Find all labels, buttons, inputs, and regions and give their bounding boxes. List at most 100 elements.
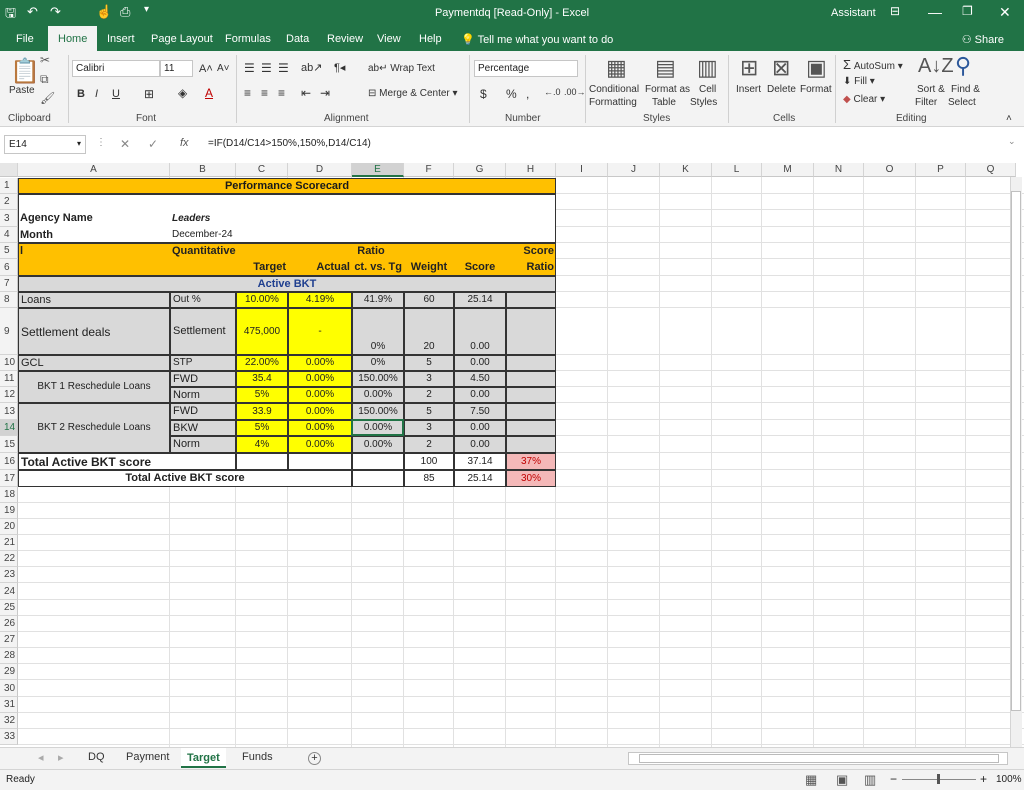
row-header[interactable]: 6 [0,259,18,276]
row-header[interactable]: 12 [0,387,18,403]
confirm-entry-icon[interactable]: ✓ [148,137,158,151]
orientation-icon[interactable]: ab↗ [301,61,322,74]
tab-review[interactable]: Review [327,33,363,45]
conditional-formatting-icon[interactable]: ▦ [606,55,627,81]
row-header[interactable]: 9 [0,308,18,355]
decrease-indent-icon[interactable]: ⇤ [301,86,311,100]
wrap-text-button[interactable]: ab↵ Wrap Text [368,63,435,74]
autosum-button[interactable]: Σ AutoSum ▾ [843,57,903,72]
tab-insert[interactable]: Insert [107,33,135,45]
sort-filter-label[interactable]: Sort & [917,84,945,95]
column-header-a[interactable]: A [18,163,170,177]
expand-formula-icon[interactable]: ⌄ [1008,136,1016,147]
row-header[interactable]: 25 [0,600,18,616]
vertical-scroll-thumb[interactable] [1011,191,1021,711]
middle-align-icon[interactable]: ☰ [261,61,272,75]
increase-decimal-icon[interactable]: ←.0 [544,87,561,97]
insert-cells-icon[interactable]: ⊞ [740,55,758,81]
bkt2-fwd-row-score[interactable]: 7.50 [454,403,506,420]
settlement-row-target[interactable]: 475,000 [236,308,288,355]
loans-row-actual[interactable]: 4.19% [288,292,352,308]
sort-filter-icon[interactable]: A↓Z [918,55,954,78]
name-box-dropdown-icon[interactable]: ▾ [77,139,81,148]
settlement-label[interactable]: Settlement [170,308,236,355]
row-header[interactable]: 32 [0,713,18,729]
align-right-icon[interactable]: ≡ [278,86,285,100]
column-header-d[interactable]: D [288,163,352,177]
assistant-label[interactable]: Assistant [831,7,876,19]
horizontal-scrollbar[interactable] [628,752,1008,765]
bkt2-fwd-row-target[interactable]: 33.9 [236,403,288,420]
paste-icon[interactable]: 📋 [10,57,40,86]
row-header[interactable]: 10 [0,355,18,371]
sheet-tab-payment[interactable]: Payment [126,751,169,763]
column-header-m[interactable]: M [762,163,814,177]
settlement-row-score[interactable]: 0.00 [454,308,506,355]
loans-row-ratio[interactable]: 41.9% [352,292,404,308]
bkt1-label[interactable]: BKT 1 Reschedule Loans [18,371,170,403]
row-header[interactable]: 15 [0,436,18,453]
report-title[interactable]: Performance Scorecard [18,178,556,194]
bkt1-norm-row-actual[interactable]: 0.00% [288,387,352,403]
target-header[interactable]: Target [236,259,288,276]
sheet-prev-icon[interactable]: ◂ [38,751,44,764]
stp-label[interactable]: STP [170,355,236,371]
row-header[interactable]: 2 [0,194,18,210]
normal-view-icon[interactable]: ▦ [805,772,817,788]
row-header[interactable]: 8 [0,292,18,308]
gcl-row-weight[interactable]: 5 [404,355,454,371]
total1-weight[interactable]: 100 [404,453,454,470]
paste-label[interactable]: Paste [9,85,35,96]
tab-formulas[interactable]: Formulas [225,33,271,45]
bkt2-label[interactable]: BKT 2 Reschedule Loans [18,403,170,453]
loans-row-score-ratio[interactable] [506,292,556,308]
font-color-icon[interactable]: A [205,86,213,100]
gcl-row-ratio[interactable]: 0% [352,355,404,371]
bkt1-norm-row-score-ratio[interactable] [506,387,556,403]
bkt1-fwd-label[interactable]: FWD [170,371,236,387]
row-header[interactable]: 31 [0,697,18,713]
tab-data[interactable]: Data [286,33,309,45]
row-header[interactable]: 28 [0,648,18,664]
format-cells-icon[interactable]: ▣ [806,55,827,81]
minimize-button[interactable]: — [928,4,942,20]
bkt1-fwd-row-actual[interactable]: 0.00% [288,371,352,387]
column-header-q[interactable]: Q [966,163,1016,177]
top-align-icon[interactable]: ☰ [244,61,255,75]
bkt1-fwd-row-score[interactable]: 4.50 [454,371,506,387]
font-name-select[interactable]: Calibri [72,60,160,77]
row-header[interactable]: 29 [0,664,18,680]
bkt2-bkw-row-weight[interactable]: 3 [404,420,454,436]
row-header[interactable]: 4 [0,227,18,243]
find-select-label2[interactable]: Select [948,97,976,108]
copy-icon[interactable]: ⧉ [40,72,49,87]
row-header[interactable]: 24 [0,583,18,600]
column-header-c[interactable]: C [236,163,288,177]
delete-cells-icon[interactable]: ⊠ [772,55,790,81]
bkt2-norm-row-target[interactable]: 4% [236,436,288,453]
bkt2-norm-row-score-ratio[interactable] [506,436,556,453]
total1-score[interactable]: 37.14 [454,453,506,470]
column-header-e[interactable]: E [352,163,404,177]
column-header-o[interactable]: O [864,163,916,177]
insert-function-button[interactable]: fx [180,137,189,149]
comma-button[interactable]: , [526,87,529,101]
settlement-row-weight[interactable]: 20 [404,308,454,355]
row-header[interactable]: 27 [0,632,18,648]
loans-label[interactable]: Loans [18,292,170,308]
tab-file[interactable]: File [16,33,34,45]
find-select-label[interactable]: Find & [951,84,980,95]
insert-cells-label[interactable]: Insert [736,84,761,95]
row-header[interactable]: 16 [0,453,18,470]
tab-view[interactable]: View [377,33,401,45]
score-ratio-header[interactable]: Ratio [506,259,556,276]
page-layout-view-icon[interactable]: ▣ [836,772,848,788]
sheet-tab-funds[interactable]: Funds [242,751,273,763]
bkt2-norm-row-actual[interactable]: 0.00% [288,436,352,453]
decrease-decimal-icon[interactable]: .00→ [564,87,586,97]
bkt2-fwd-row-ratio[interactable]: 150.00% [352,403,404,420]
zoom-in-icon[interactable]: + [980,772,987,786]
settlement-row-score-ratio[interactable] [506,308,556,355]
act-vs-tg-header[interactable]: ct. vs. Tg [352,259,404,276]
zoom-out-icon[interactable]: − [890,772,897,786]
